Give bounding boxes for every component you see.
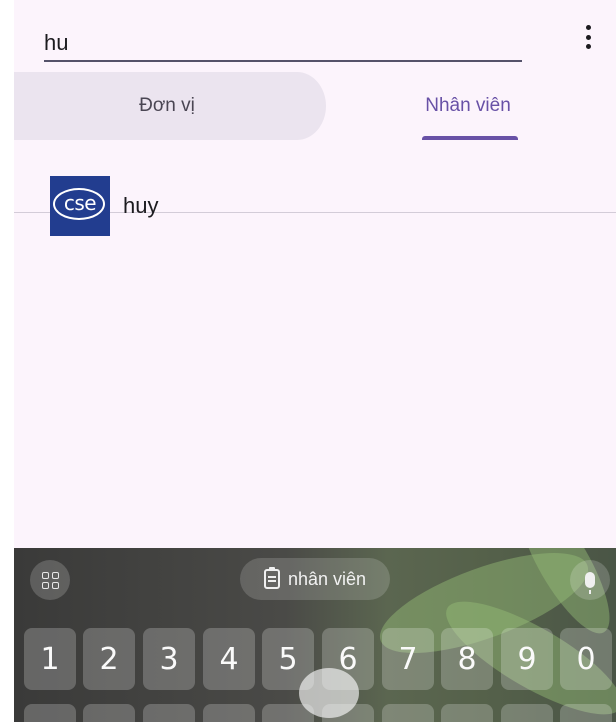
key[interactable] — [143, 704, 195, 722]
key-9[interactable]: 9 — [501, 628, 553, 690]
tab-bar: Đơn vị Nhân viên — [14, 72, 616, 213]
key[interactable] — [322, 704, 374, 722]
key-3[interactable]: 3 — [143, 628, 195, 690]
key[interactable] — [560, 704, 612, 722]
avatar-logo-text: cse — [63, 191, 97, 215]
tab-units[interactable]: Đơn vị — [14, 72, 320, 140]
key-0[interactable]: 0 — [560, 628, 612, 690]
more-options-icon[interactable] — [580, 22, 596, 52]
list-item[interactable]: cse huy — [50, 176, 158, 236]
tab-staff[interactable]: Nhân viên — [320, 72, 616, 140]
clipboard-suggestion-chip[interactable]: nhân viên — [240, 558, 390, 600]
key[interactable] — [203, 704, 255, 722]
search-input[interactable] — [44, 26, 522, 62]
letter-key-row — [14, 704, 616, 722]
keyboard-toolbar: nhân viên — [14, 548, 616, 610]
key[interactable] — [24, 704, 76, 722]
key-7[interactable]: 7 — [382, 628, 434, 690]
clipboard-icon — [263, 567, 280, 589]
key-4[interactable]: 4 — [203, 628, 255, 690]
number-key-row: 1 2 3 4 5 6 7 8 9 0 — [14, 628, 616, 690]
key[interactable] — [441, 704, 493, 722]
key-2[interactable]: 2 — [83, 628, 135, 690]
key-6[interactable]: 6 — [322, 628, 374, 690]
avatar: cse — [50, 176, 110, 236]
apps-grid-icon[interactable] — [30, 560, 70, 600]
app-screen: Đơn vị Nhân viên cse huy nhân viên — [14, 0, 616, 722]
key[interactable] — [501, 704, 553, 722]
microphone-icon[interactable] — [570, 560, 610, 600]
result-name: huy — [123, 193, 159, 218]
suggestion-text: nhân viên — [287, 568, 367, 589]
key[interactable] — [262, 704, 314, 722]
active-tab-indicator — [422, 136, 518, 140]
key-5[interactable]: 5 — [262, 628, 314, 690]
key[interactable] — [382, 704, 434, 722]
key-1[interactable]: 1 — [24, 628, 76, 690]
on-screen-keyboard: nhân viên 1 2 3 4 5 6 7 8 9 0 — [14, 548, 616, 722]
key[interactable] — [83, 704, 135, 722]
key-8[interactable]: 8 — [441, 628, 493, 690]
